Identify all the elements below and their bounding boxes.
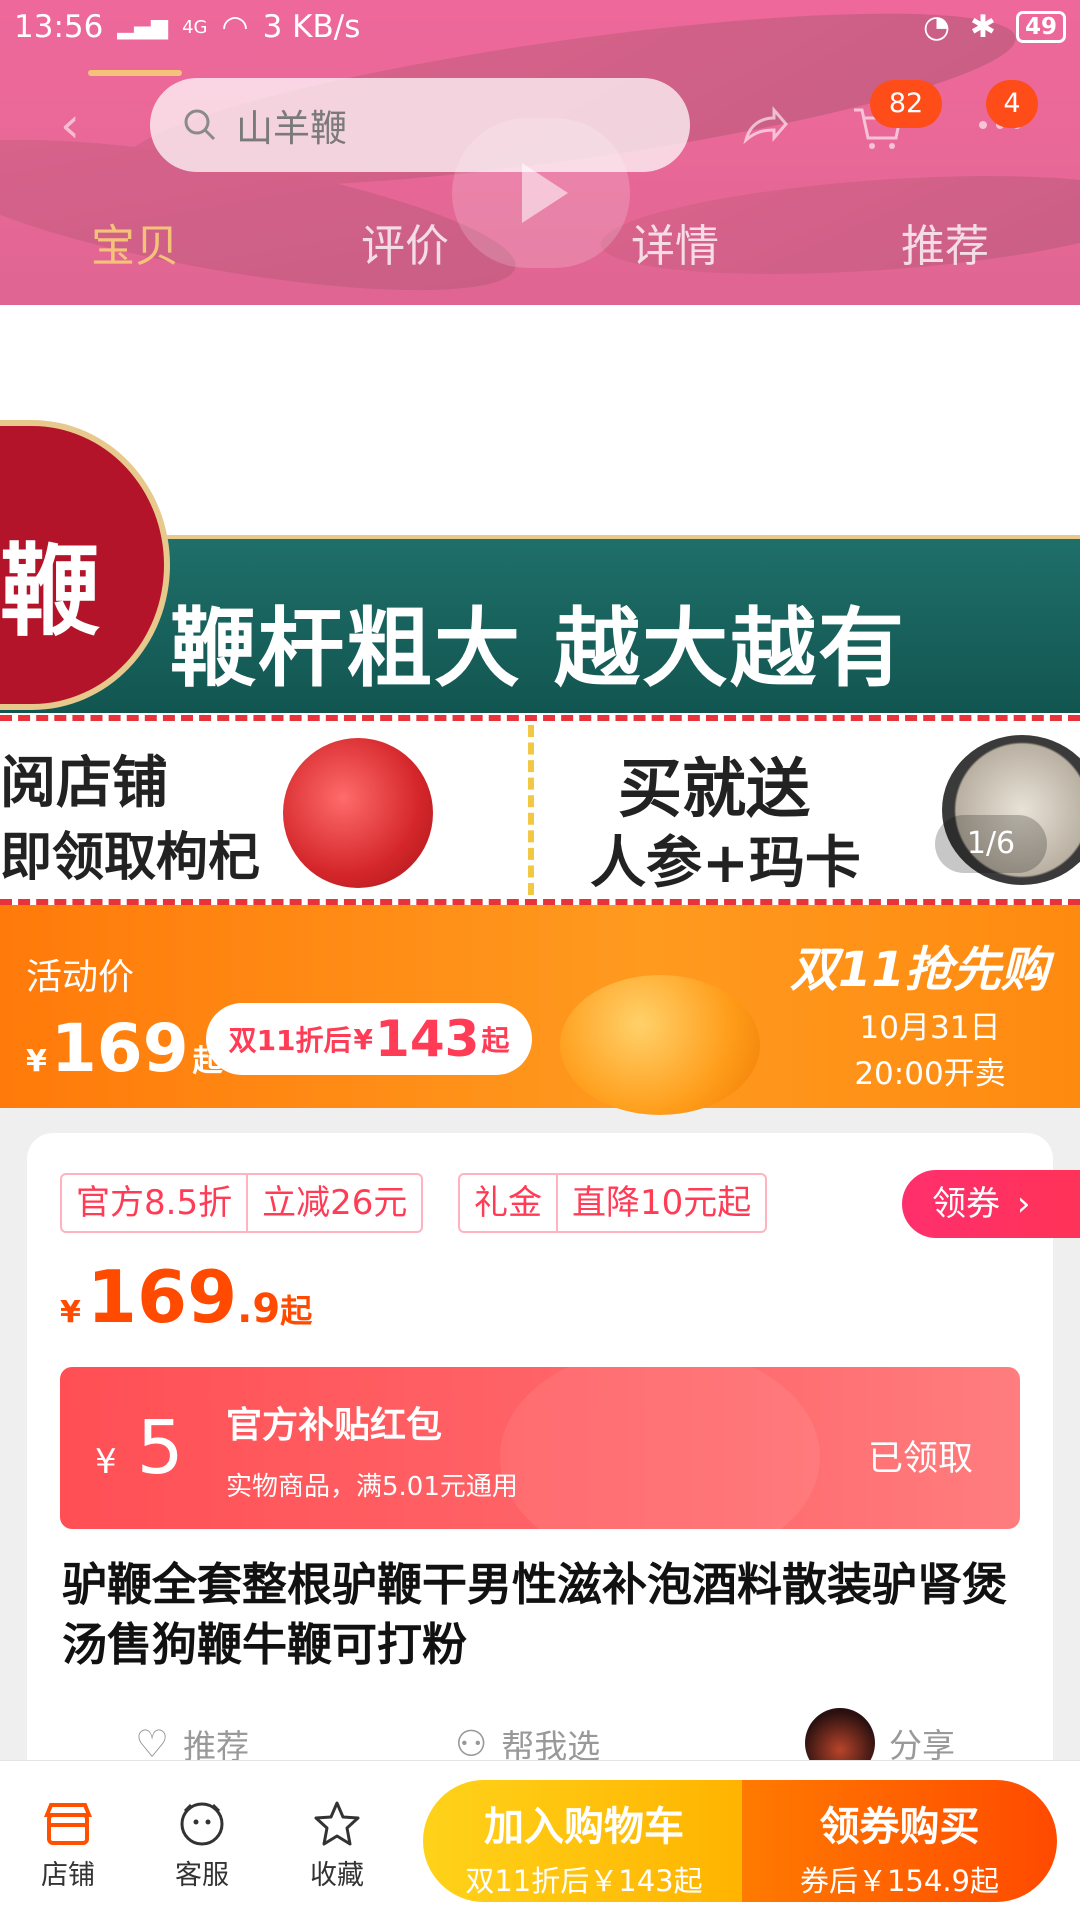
tab-item[interactable]: 宝贝 (55, 210, 215, 274)
banner-emblem-text: 鞭 (0, 532, 100, 650)
network-speed: 3 KB/s (262, 9, 361, 45)
chevron-right-icon: › (1016, 1184, 1031, 1224)
gift-strip-divider (528, 725, 534, 895)
tag-official-discount: 官方8.5折 (76, 1183, 233, 1223)
tag-price-drop: 直降10元起 (556, 1175, 765, 1231)
currency-symbol: ¥ (95, 1442, 117, 1482)
price-integer: 169 (86, 1255, 238, 1339)
network-type: 4G (182, 16, 208, 38)
gift-tags-group[interactable]: 礼金 直降10元起 (458, 1173, 768, 1233)
goji-image (283, 738, 433, 888)
pill-price: 143 (375, 1010, 480, 1068)
status-time: 13:56 (14, 9, 104, 45)
add-to-cart-subtitle: 双11折后￥143起 (465, 1864, 703, 1898)
get-coupon-label: 领券 (932, 1184, 1000, 1224)
buy-with-coupon-button[interactable]: 领券购买 券后￥154.9起 (742, 1780, 1057, 1902)
search-placeholder: 山羊鞭 (236, 107, 347, 150)
search-icon (184, 109, 216, 141)
message-count-badge: 4 (986, 80, 1038, 128)
wifi-icon: ◠ (221, 9, 249, 45)
search-input[interactable]: 山羊鞭 (150, 78, 690, 172)
add-to-cart-label: 加入购物车 (484, 1804, 684, 1850)
back-button[interactable]: ‹ (60, 100, 100, 150)
get-coupon-button[interactable]: 领券 › (902, 1170, 1080, 1238)
event-title: 双11抢先购 (790, 942, 1049, 998)
share-arrow-icon (743, 105, 788, 145)
share-arrow-button[interactable] (738, 100, 790, 152)
activity-price-value: 169 (50, 1010, 189, 1087)
double11-price-pill: 双11折后 ¥ 143 起 (206, 1003, 532, 1075)
gift-right-line2: 人参+玛卡 (590, 830, 861, 896)
tab-reviews[interactable]: 评价 (325, 210, 485, 274)
star-icon (287, 1795, 387, 1853)
buy-subtitle: 券后￥154.9起 (799, 1864, 1000, 1898)
status-bar: 13:56 ▂▄▆ 4G ◠ 3 KB/s ◔ ✱ 49 (0, 0, 1080, 54)
tag-instant-discount: 立减26元 (246, 1175, 421, 1231)
people-icon: ⚇ (455, 1723, 488, 1765)
gallery-page-indicator: 1/6 (935, 815, 1047, 873)
shop-icon (18, 1795, 118, 1853)
banner-slogan: 鞭杆粗大 越大越有 (170, 598, 906, 699)
event-time: 20:00开卖 (854, 1056, 1006, 1092)
active-tab-indicator (88, 70, 182, 76)
tab-details[interactable]: 详情 (595, 210, 755, 274)
gift-left-line2: 即领取枸杞 (0, 827, 261, 888)
buy-label: 领券购买 (819, 1804, 980, 1850)
gift-left-line1: 阅店铺 (0, 750, 168, 816)
shop-button[interactable]: 店铺 (18, 1795, 118, 1892)
service-label: 客服 (175, 1860, 229, 1891)
favorite-button[interactable]: 收藏 (287, 1795, 387, 1892)
gift-right-line1: 买就送 (618, 752, 810, 827)
bluetooth-icon: ✱ (970, 9, 996, 45)
battery-indicator: 49 (1015, 11, 1066, 43)
red-packet-amount: ¥ 5 (95, 1405, 184, 1491)
promo-decoration (560, 975, 760, 1115)
product-detail-page: 鞭 鞭杆粗大 越大越有 阅店铺 即领取枸杞 买就送 人参+玛卡 1/6 13:5… (0, 0, 1080, 1920)
service-icon (152, 1795, 252, 1853)
pill-text: 双11折后 (228, 1024, 352, 1057)
red-packet-value: 5 (136, 1405, 184, 1491)
favorite-label: 收藏 (310, 1860, 364, 1891)
pill-suffix: 起 (481, 1024, 510, 1057)
tag-gift-money: 礼金 (474, 1183, 542, 1223)
shop-label: 店铺 (41, 1860, 95, 1891)
currency-symbol: ¥ (60, 1295, 81, 1330)
product-price: ¥ 169 .9 起 (60, 1255, 312, 1339)
price-decimal: .9 (237, 1286, 281, 1332)
section-tabs: 宝贝 评价 详情 推荐 (0, 210, 1080, 290)
red-packet-description: 实物商品，满5.01元通用 (226, 1472, 518, 1502)
alarm-icon: ◔ (922, 9, 950, 45)
discount-tags-group[interactable]: 官方8.5折 立减26元 (60, 1173, 424, 1233)
red-packet-title: 官方补贴红包 (226, 1405, 443, 1446)
event-date: 10月31日 (859, 1010, 1001, 1046)
signal-icon: ▂▄▆ (117, 14, 169, 40)
pill-currency: ¥ (353, 1022, 374, 1056)
yuan-watermark-icon (500, 1367, 820, 1529)
product-title: 驴鞭全套整根驴鞭干男性滋补泡酒料散装驴肾煲汤售狗鞭牛鞭可打粉 (62, 1558, 1008, 1671)
cart-count-badge: 82 (870, 80, 942, 128)
add-to-cart-button[interactable]: 加入购物车 双11折后￥143起 (423, 1780, 745, 1902)
activity-price: ¥ 169 起 (26, 1010, 223, 1087)
activity-price-label: 活动价 (26, 957, 135, 998)
price-suffix: 起 (280, 1292, 313, 1330)
customer-service-button[interactable]: 客服 (152, 1795, 252, 1892)
tab-recommend[interactable]: 推荐 (865, 210, 1025, 274)
red-packet-status: 已领取 (868, 1439, 974, 1479)
currency-symbol: ¥ (26, 1044, 47, 1079)
